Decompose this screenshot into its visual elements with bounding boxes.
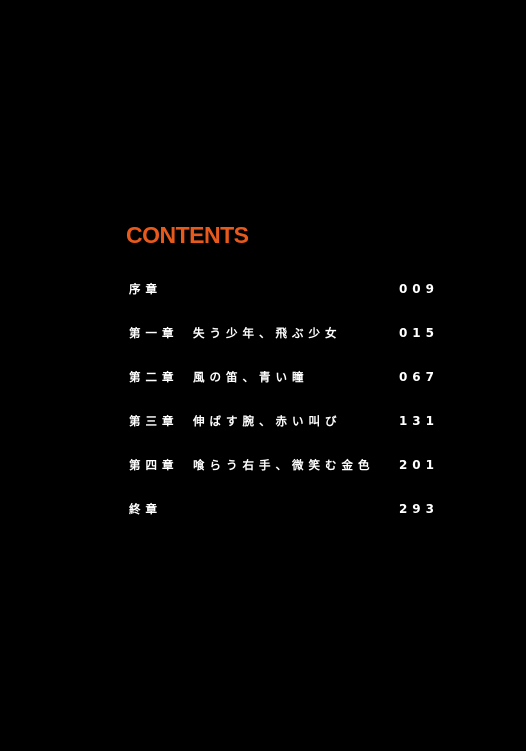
toc-entry-chapter-4[interactable]: 第四章 喰らう右手、微笑む金色 201 [129,456,439,500]
toc-entry-epilogue[interactable]: 終章 293 [129,500,439,544]
chapter-label: 第三章 [129,414,179,428]
chapter-label: 終章 [129,502,162,516]
toc-entry-chapter-1[interactable]: 第一章 失う少年、飛ぶ少女 015 [129,324,439,368]
chapter-title: 風の笛、青い瞳 [193,370,309,384]
page-number: 015 [398,326,439,340]
page-number: 009 [398,282,439,296]
chapter-title: 伸ばす腕、赤い叫び [193,414,342,428]
chapter-label: 第二章 [129,370,179,384]
contents-page: CONTENTS 序章 009 第一章 失う少年、飛ぶ少女 015 第二章 風の… [0,0,526,751]
toc-entry-chapter-2[interactable]: 第二章 風の笛、青い瞳 067 [129,368,439,412]
chapter-label: 序章 [129,282,162,296]
toc-entry-chapter-3[interactable]: 第三章 伸ばす腕、赤い叫び 131 [129,412,439,456]
page-number: 293 [398,502,439,516]
page-number: 201 [398,458,439,472]
chapter-title: 喰らう右手、微笑む金色 [193,458,375,472]
chapter-label: 第一章 [129,326,179,340]
table-of-contents: 序章 009 第一章 失う少年、飛ぶ少女 015 第二章 風の笛、青い瞳 067… [129,280,439,544]
page-number: 131 [398,414,439,428]
contents-heading: CONTENTS [126,222,249,248]
chapter-label: 第四章 [129,458,179,472]
toc-entry-prologue[interactable]: 序章 009 [129,280,439,324]
chapter-title: 失う少年、飛ぶ少女 [193,326,342,340]
page-number: 067 [398,370,439,384]
